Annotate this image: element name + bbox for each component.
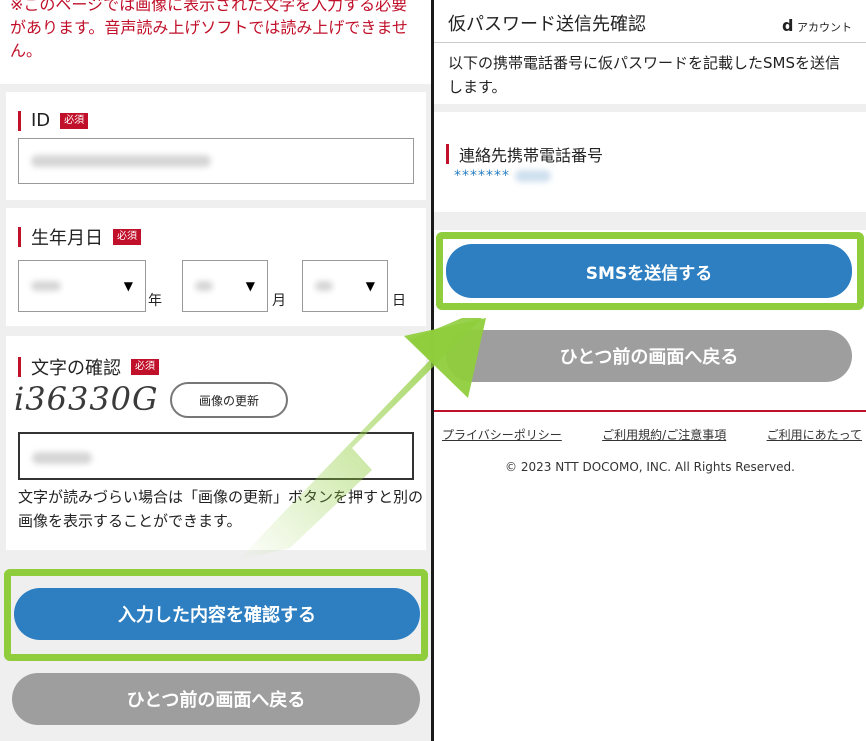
green-arrow-overlay xyxy=(238,318,486,560)
arrow-head-icon xyxy=(404,318,486,398)
